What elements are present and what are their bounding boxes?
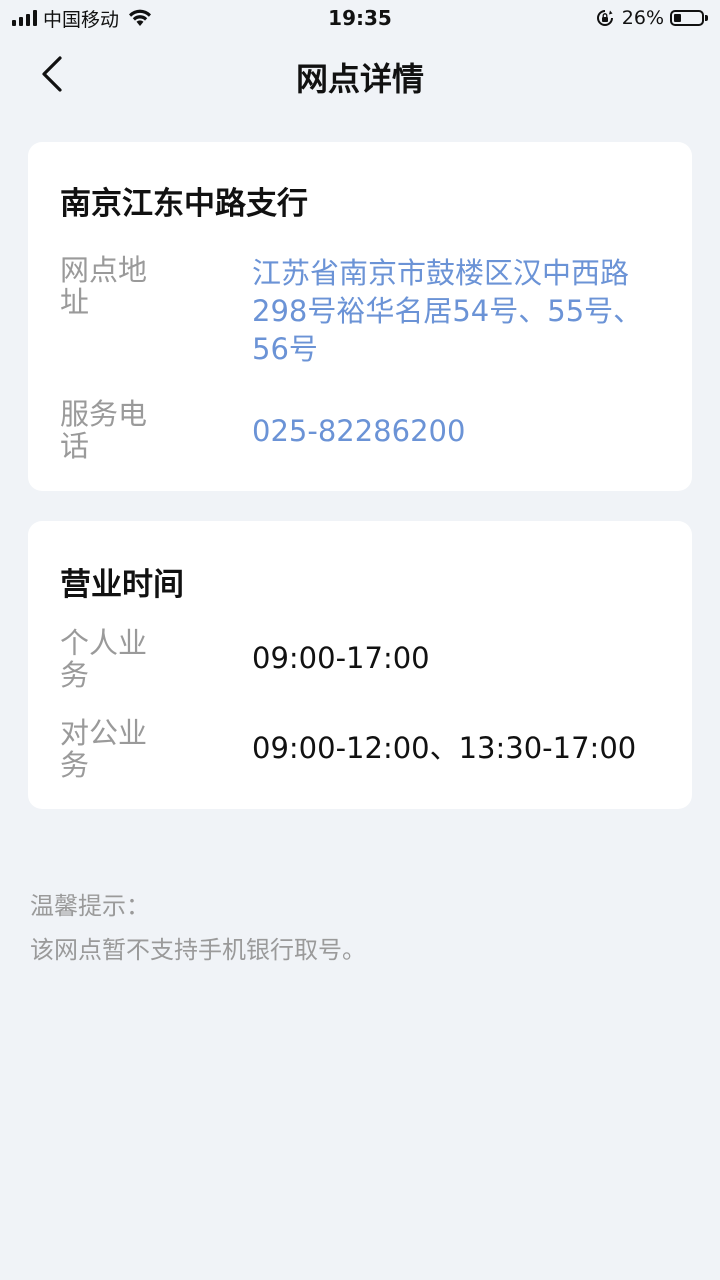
tips-text: 该网点暂不支持手机银行取号。 [30, 936, 366, 964]
tips-title: 温馨提示： [30, 892, 150, 920]
phone-label: 服务电话 [60, 397, 148, 463]
status-right: 26% [596, 7, 708, 29]
nav-bar: 网点详情 [0, 36, 720, 112]
page-title: 网点详情 [295, 60, 424, 98]
phone-link[interactable]: 025-82286200 [252, 412, 465, 450]
battery-icon [670, 10, 704, 26]
personal-business-label: 个人业务 [60, 626, 148, 692]
corporate-business-hours: 09:00-12:00、13:30-17:00 [252, 731, 637, 765]
rotation-lock-icon [596, 10, 613, 26]
address-link[interactable]: 江苏省南京市鼓楼区汉中西路298号裕华名居54号、55号、56号 [252, 254, 662, 368]
status-bar: 中国移动 19:35 26% [0, 0, 720, 36]
tips-section: 温馨提示： 该网点暂不支持手机银行取号。 [30, 884, 366, 972]
battery-cap [705, 15, 708, 21]
business-hours-card: 营业时间 个人业务 09:00-17:00 对公业务 09:00-12:00、1… [28, 521, 692, 809]
address-label: 网点地址 [60, 253, 148, 319]
battery-fill [674, 14, 681, 22]
branch-name: 南京江东中路支行 [60, 186, 308, 222]
branch-info-card: 南京江东中路支行 网点地址 江苏省南京市鼓楼区汉中西路298号裕华名居54号、5… [28, 142, 692, 491]
personal-business-hours: 09:00-17:00 [252, 641, 430, 675]
hours-title: 营业时间 [60, 567, 184, 603]
corporate-business-label: 对公业务 [60, 716, 148, 782]
battery-percent: 26% [621, 7, 664, 29]
